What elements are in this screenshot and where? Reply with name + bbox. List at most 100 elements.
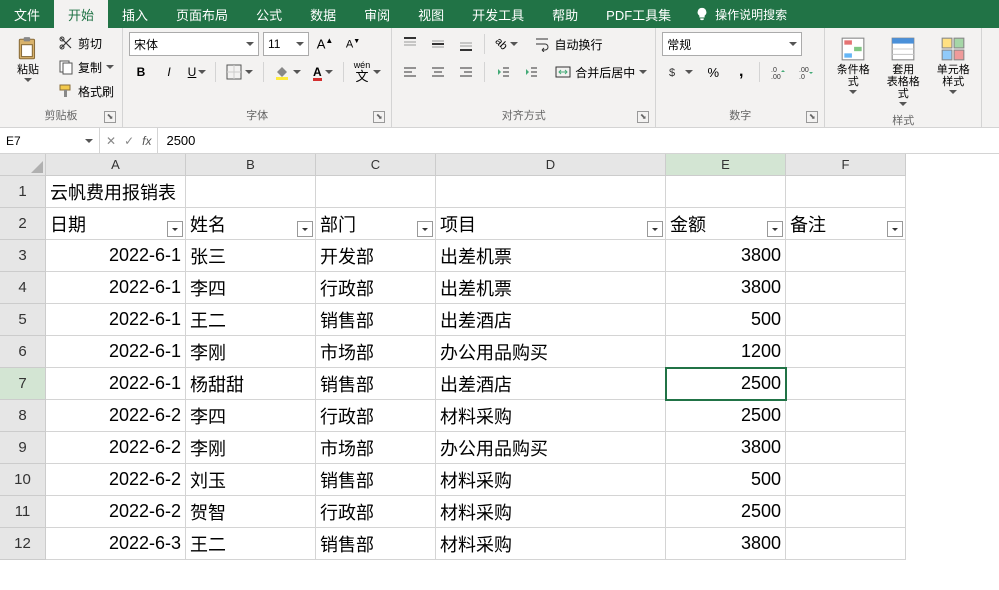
- dialog-launcher-icon[interactable]: ⬊: [373, 111, 385, 123]
- header-cell-5[interactable]: 备注: [786, 208, 906, 240]
- wrap-text-button[interactable]: 自动换行: [532, 33, 604, 55]
- header-cell-0[interactable]: 日期: [46, 208, 186, 240]
- cell-name[interactable]: 王二: [186, 528, 316, 560]
- underline-button[interactable]: U: [185, 60, 209, 84]
- cell-dept[interactable]: 销售部: [316, 464, 436, 496]
- filter-dropdown-button[interactable]: [417, 221, 433, 237]
- cell-amount[interactable]: 2500: [666, 400, 786, 432]
- select-all-corner[interactable]: [0, 154, 46, 176]
- column-header-E[interactable]: E: [666, 154, 786, 176]
- cell-note[interactable]: [786, 528, 906, 560]
- cell-amount[interactable]: 3800: [666, 240, 786, 272]
- filter-dropdown-button[interactable]: [647, 221, 663, 237]
- column-header-F[interactable]: F: [786, 154, 906, 176]
- increase-decimal-button[interactable]: .0.00: [766, 60, 790, 84]
- cell-name[interactable]: 张三: [186, 240, 316, 272]
- dialog-launcher-icon[interactable]: ⬊: [637, 111, 649, 123]
- tell-me-search[interactable]: 操作说明搜索: [685, 0, 797, 28]
- cell-date[interactable]: 2022-6-1: [46, 272, 186, 304]
- cell-styles-button[interactable]: 单元格样式: [931, 32, 975, 98]
- column-header-C[interactable]: C: [316, 154, 436, 176]
- align-middle-button[interactable]: [426, 32, 450, 56]
- cell-date[interactable]: 2022-6-2: [46, 432, 186, 464]
- cell-item[interactable]: 出差酒店: [436, 368, 666, 400]
- align-left-button[interactable]: [398, 60, 422, 84]
- row-header-7[interactable]: 7: [0, 368, 46, 400]
- tab-page-layout[interactable]: 页面布局: [162, 0, 242, 28]
- decrease-indent-button[interactable]: [491, 60, 515, 84]
- cancel-formula-button[interactable]: ✕: [106, 134, 116, 148]
- row-header-6[interactable]: 6: [0, 336, 46, 368]
- cell[interactable]: [786, 176, 906, 208]
- percent-format-button[interactable]: %: [701, 60, 725, 84]
- cell-note[interactable]: [786, 496, 906, 528]
- cell-item[interactable]: 出差机票: [436, 240, 666, 272]
- cell-amount[interactable]: 3800: [666, 528, 786, 560]
- header-cell-4[interactable]: 金额: [666, 208, 786, 240]
- increase-indent-button[interactable]: [519, 60, 543, 84]
- cell-date[interactable]: 2022-6-1: [46, 240, 186, 272]
- insert-function-button[interactable]: fx: [142, 134, 151, 148]
- cell-name[interactable]: 贺智: [186, 496, 316, 528]
- cell-dept[interactable]: 行政部: [316, 400, 436, 432]
- cell-dept[interactable]: 销售部: [316, 304, 436, 336]
- enter-formula-button[interactable]: ✓: [124, 134, 134, 148]
- orientation-button[interactable]: ab: [491, 32, 522, 56]
- tab-data[interactable]: 数据: [296, 0, 350, 28]
- cell-date[interactable]: 2022-6-2: [46, 464, 186, 496]
- merge-center-button[interactable]: 合并后居中: [553, 61, 649, 83]
- tab-file[interactable]: 文件: [0, 0, 54, 28]
- cell-title[interactable]: 云帆费用报销表: [46, 176, 186, 208]
- cell-amount[interactable]: 3800: [666, 272, 786, 304]
- increase-font-button[interactable]: A▲: [313, 32, 337, 56]
- borders-button[interactable]: [222, 60, 257, 84]
- cell-date[interactable]: 2022-6-3: [46, 528, 186, 560]
- tab-developer[interactable]: 开发工具: [458, 0, 538, 28]
- copy-button[interactable]: 复制: [56, 56, 116, 78]
- row-header-2[interactable]: 2: [0, 208, 46, 240]
- row-header-11[interactable]: 11: [0, 496, 46, 528]
- conditional-formatting-button[interactable]: 条件格式: [831, 32, 875, 98]
- phonetic-guide-button[interactable]: wén文: [350, 60, 386, 84]
- cell-amount[interactable]: 2500: [666, 368, 786, 400]
- fill-color-button[interactable]: [270, 60, 305, 84]
- tab-pdf-tools[interactable]: PDF工具集: [592, 0, 685, 28]
- cell-dept[interactable]: 开发部: [316, 240, 436, 272]
- bold-button[interactable]: B: [129, 60, 153, 84]
- cell-item[interactable]: 材料采购: [436, 496, 666, 528]
- cell-note[interactable]: [786, 400, 906, 432]
- accounting-format-button[interactable]: $: [662, 60, 697, 84]
- row-header-8[interactable]: 8: [0, 400, 46, 432]
- cell-date[interactable]: 2022-6-1: [46, 304, 186, 336]
- cell-name[interactable]: 李四: [186, 272, 316, 304]
- name-box[interactable]: E7: [0, 128, 100, 153]
- header-cell-1[interactable]: 姓名: [186, 208, 316, 240]
- cell-name[interactable]: 李四: [186, 400, 316, 432]
- cell-item[interactable]: 出差酒店: [436, 304, 666, 336]
- dialog-launcher-icon[interactable]: ⬊: [806, 111, 818, 123]
- align-center-button[interactable]: [426, 60, 450, 84]
- decrease-decimal-button[interactable]: .00.0: [794, 60, 818, 84]
- font-name-combo[interactable]: 宋体: [129, 32, 259, 56]
- decrease-font-button[interactable]: A▼: [341, 32, 365, 56]
- filter-dropdown-button[interactable]: [167, 221, 183, 237]
- cell-item[interactable]: 出差机票: [436, 272, 666, 304]
- filter-dropdown-button[interactable]: [297, 221, 313, 237]
- tab-home[interactable]: 开始: [54, 0, 108, 28]
- cell-dept[interactable]: 市场部: [316, 432, 436, 464]
- row-header-4[interactable]: 4: [0, 272, 46, 304]
- column-header-A[interactable]: A: [46, 154, 186, 176]
- cell-item[interactable]: 材料采购: [436, 464, 666, 496]
- cell[interactable]: [316, 176, 436, 208]
- tab-insert[interactable]: 插入: [108, 0, 162, 28]
- cell-dept[interactable]: 行政部: [316, 272, 436, 304]
- format-painter-button[interactable]: 格式刷: [56, 80, 116, 102]
- cell-note[interactable]: [786, 464, 906, 496]
- row-header-5[interactable]: 5: [0, 304, 46, 336]
- tab-view[interactable]: 视图: [404, 0, 458, 28]
- cell-dept[interactable]: 市场部: [316, 336, 436, 368]
- align-top-button[interactable]: [398, 32, 422, 56]
- cell-amount[interactable]: 1200: [666, 336, 786, 368]
- column-header-D[interactable]: D: [436, 154, 666, 176]
- cell-amount[interactable]: 2500: [666, 496, 786, 528]
